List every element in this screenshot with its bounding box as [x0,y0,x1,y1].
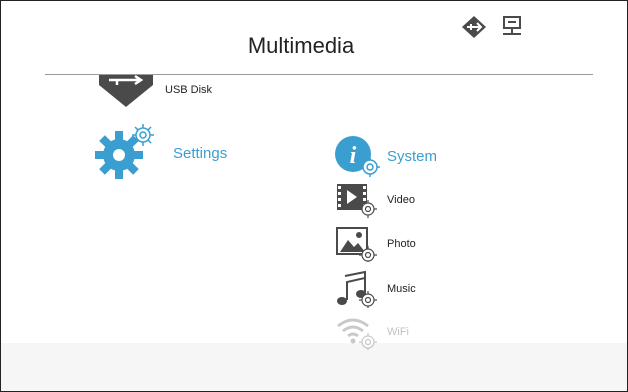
network-icon [499,15,525,44]
usb-disk-icon [95,71,157,109]
menu-item-photo[interactable]: Photo [335,226,416,264]
menu-item-label: USB Disk [165,84,213,96]
usb-connection-icon [461,15,487,44]
menu-item-label: Settings [173,144,228,162]
menu-section-label: System [387,147,438,165]
video-settings-icon [335,182,377,218]
menu-item-settings[interactable]: Settings [93,121,227,185]
music-settings-icon [335,270,377,309]
system-info-icon: i [333,134,381,178]
menu-item-label: WiFi [387,326,409,338]
menu-item-wifi[interactable]: WiFi [335,314,409,351]
menu-item-video[interactable]: Video [335,182,415,218]
menu-item-label: Video [387,194,415,206]
status-bar [461,15,525,44]
wifi-settings-icon [335,314,377,351]
footer-band [1,343,627,391]
menu-item-label: Photo [387,238,416,250]
photo-settings-icon [335,226,377,264]
settings-gear-icon [93,121,157,185]
svg-text:i: i [350,143,357,169]
menu-section-system[interactable]: i System [333,134,437,178]
menu-item-label: Music [387,283,416,295]
menu-item-music[interactable]: Music [335,270,416,309]
menu-item-usb-disk[interactable]: USB Disk [95,71,212,109]
app-frame: Multimedia USB Disk Settings i System Vi… [0,0,628,392]
